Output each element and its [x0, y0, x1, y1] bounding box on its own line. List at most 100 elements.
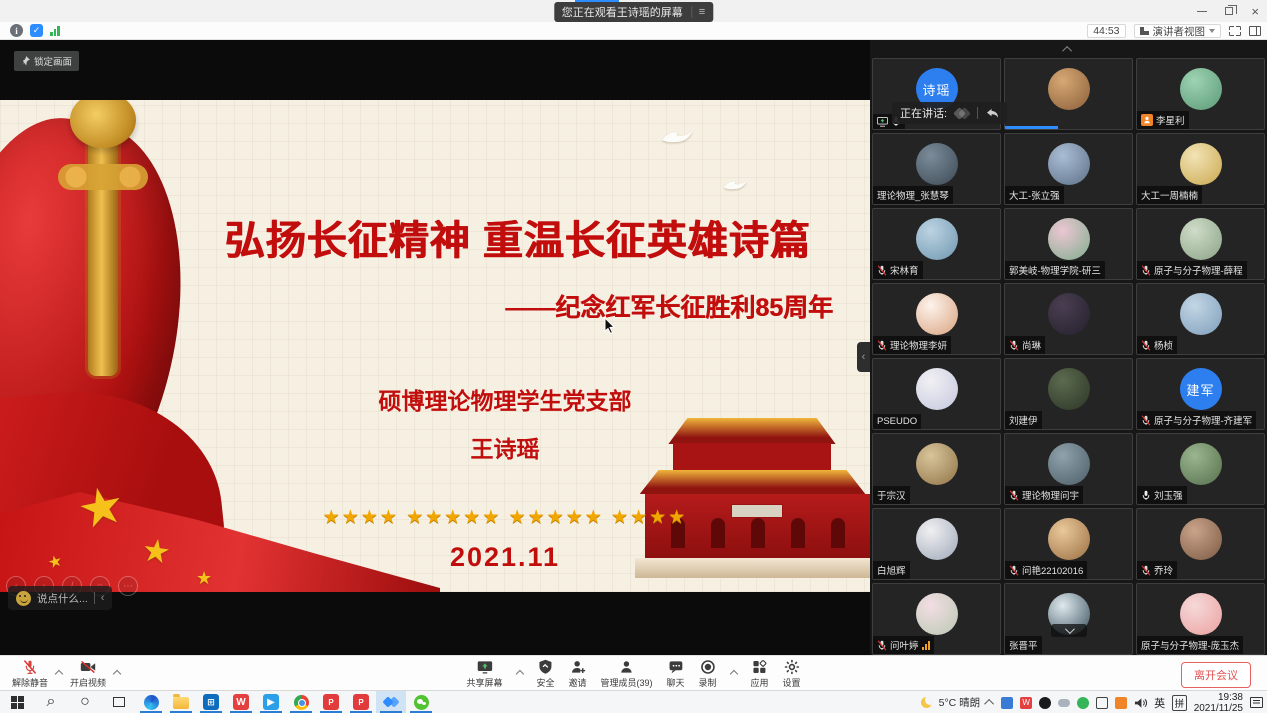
participant-tile[interactable]: 问叶婷 — [872, 583, 1001, 655]
tray-display-icon[interactable] — [1096, 697, 1108, 709]
participant-tile[interactable]: 理论物理_张慧琴 — [872, 133, 1001, 205]
meeting-protect-icon[interactable]: ✓ — [30, 24, 43, 37]
weather-moon-icon[interactable] — [921, 697, 932, 708]
banner-menu-icon[interactable]: ≡ — [691, 6, 705, 18]
scroll-down-button[interactable] — [1051, 624, 1087, 637]
ime-pinyin-indicator[interactable]: 拼 — [1172, 695, 1187, 711]
settings-button[interactable]: 设置 — [779, 656, 805, 691]
quick-chat-bar[interactable]: 说点什么... ‹ — [8, 586, 112, 610]
search-button[interactable]: ⌕ — [34, 691, 68, 713]
close-button[interactable]: × — [1251, 5, 1259, 18]
action-center-icon[interactable] — [1250, 697, 1263, 708]
participant-tile[interactable]: 建军原子与分子物理-齐建军 — [1136, 358, 1265, 430]
taskbar-red-app-icon[interactable]: P — [316, 691, 346, 713]
view-mode-label: 演讲者视图 — [1153, 24, 1206, 39]
tray-cloud-icon[interactable] — [1058, 699, 1070, 707]
participant-tile[interactable]: 原子与分子物理-薛程 — [1136, 208, 1265, 280]
share-options-caret[interactable] — [515, 669, 523, 677]
taskbar-clock[interactable]: 19:38 2021/11/25 — [1194, 692, 1243, 713]
participant-tile[interactable]: 于宗汉 — [872, 433, 1001, 505]
taskbar-chrome-icon[interactable] — [286, 691, 316, 713]
taskbar-store-icon[interactable]: ⊞ — [196, 691, 226, 713]
participant-tile[interactable]: 杨桢 — [1136, 283, 1265, 355]
participant-tile[interactable]: 刘玉强 — [1136, 433, 1265, 505]
participant-tile[interactable]: 白旭辉 — [872, 508, 1001, 580]
unmute-button[interactable]: 解除静音 — [8, 656, 52, 691]
chat-button[interactable]: 聊天 — [663, 656, 689, 691]
lock-view-button[interactable]: 锁定画面 — [14, 51, 79, 71]
avatar: 建军 — [1180, 368, 1222, 410]
task-view-button[interactable] — [102, 691, 136, 713]
mouse-cursor — [604, 317, 616, 335]
participant-tile[interactable]: 张晋平 — [1004, 583, 1133, 655]
participant-tile[interactable] — [1004, 58, 1133, 130]
tray-orange-app-icon[interactable] — [1115, 697, 1127, 709]
security-button[interactable]: 安全 — [532, 656, 558, 691]
taskbar-edge-icon[interactable] — [136, 691, 166, 713]
viewing-banner: 您正在观看王诗瑶的屏幕 ≡ — [554, 2, 713, 22]
taskbar-wps-icon[interactable]: W — [226, 691, 256, 713]
chat-placeholder[interactable]: 说点什么... — [37, 591, 88, 606]
mic-muted-icon — [1141, 415, 1151, 426]
panel-collapse-handle[interactable]: ‹ — [857, 342, 870, 372]
participant-tile[interactable]: 问艳22102016 — [1004, 508, 1133, 580]
speaking-indicator-label: 正在讲话: — [900, 105, 947, 121]
participant-name: 问叶婷 — [890, 638, 919, 652]
scroll-up-button[interactable] — [1054, 43, 1084, 55]
participant-name: 郭美岐-物理学院-研三 — [1009, 263, 1101, 277]
tray-volume-icon[interactable] — [1134, 697, 1147, 709]
settings-label: 设置 — [783, 676, 801, 689]
share-screen-button[interactable]: 共享屏幕 — [462, 656, 506, 691]
start-button[interactable] — [0, 691, 34, 713]
share-screen-label: 共享屏幕 — [466, 676, 502, 689]
side-panel-toggle-icon[interactable] — [1249, 26, 1261, 36]
leave-meeting-button[interactable]: 离开会议 — [1181, 662, 1251, 688]
view-mode-selector[interactable]: 演讲者视图 — [1134, 24, 1222, 38]
tray-expand-icon[interactable] — [984, 699, 994, 709]
chat-collapse-icon[interactable]: ‹ — [101, 592, 105, 604]
taskbar-meeting-app-icon[interactable] — [376, 691, 406, 713]
participant-name-label: 理论物理问宇 — [1005, 486, 1083, 504]
minimize-button[interactable] — [1197, 11, 1207, 12]
participant-tile[interactable]: 大工一周楠楠 — [1136, 133, 1265, 205]
record-button[interactable]: 录制 — [695, 656, 721, 691]
mic-options-caret[interactable] — [55, 669, 63, 677]
more-icon[interactable]: ⋯ — [118, 576, 138, 596]
fullscreen-icon[interactable] — [1229, 26, 1241, 36]
participant-name: 于宗汉 — [877, 488, 906, 502]
participant-tile[interactable]: 原子与分子物理-庞玉杰 — [1136, 583, 1265, 655]
invite-button[interactable]: 邀请 — [564, 656, 590, 691]
manage-members-button[interactable]: 管理成员(39) — [596, 656, 656, 691]
start-video-button[interactable]: 开启视频 — [66, 656, 110, 691]
participant-tile[interactable]: 理论物理问宇 — [1004, 433, 1133, 505]
taskbar-file-explorer-icon[interactable] — [166, 691, 196, 713]
participant-tile[interactable]: 乔玲 — [1136, 508, 1265, 580]
weather-label[interactable]: 5°C 晴朗 — [939, 695, 981, 710]
taskbar-wechat-icon[interactable] — [406, 691, 436, 713]
reply-arrow-icon[interactable] — [986, 108, 999, 119]
tray-qq-icon[interactable] — [1039, 697, 1051, 709]
emoji-icon[interactable] — [16, 591, 31, 606]
taskbar-blue-app-icon[interactable]: ▶ — [256, 691, 286, 713]
ime-language-indicator[interactable]: 英 — [1154, 695, 1165, 711]
participant-tile[interactable]: 宋林育 — [872, 208, 1001, 280]
participant-tile[interactable]: 刘建伊 — [1004, 358, 1133, 430]
participant-name: 原子与分子物理-薛程 — [1154, 263, 1243, 277]
participant-tile[interactable]: PSEUDO — [872, 358, 1001, 430]
tray-security-icon[interactable] — [1077, 697, 1089, 709]
meeting-info-icon[interactable]: i — [10, 24, 23, 37]
participant-name: PSEUDO — [877, 416, 917, 427]
record-options-caret[interactable] — [729, 669, 737, 677]
participant-name: 大工一周楠楠 — [1141, 188, 1198, 202]
participant-tile[interactable]: 尚琳 — [1004, 283, 1133, 355]
participant-tile[interactable]: 李星利 — [1136, 58, 1265, 130]
apps-button[interactable]: 应用 — [747, 656, 773, 691]
participant-tile[interactable]: 郭美岐-物理学院-研三 — [1004, 208, 1133, 280]
taskbar-red-app2-icon[interactable]: P — [346, 691, 376, 713]
participant-tile[interactable]: 理论物理李妍 — [872, 283, 1001, 355]
participant-tile[interactable]: 大工-张立强 — [1004, 133, 1133, 205]
tray-blue-app-icon[interactable] — [1001, 697, 1013, 709]
video-options-caret[interactable] — [113, 669, 121, 677]
cortana-button[interactable]: ○ — [68, 691, 102, 713]
restore-button[interactable] — [1225, 7, 1233, 15]
